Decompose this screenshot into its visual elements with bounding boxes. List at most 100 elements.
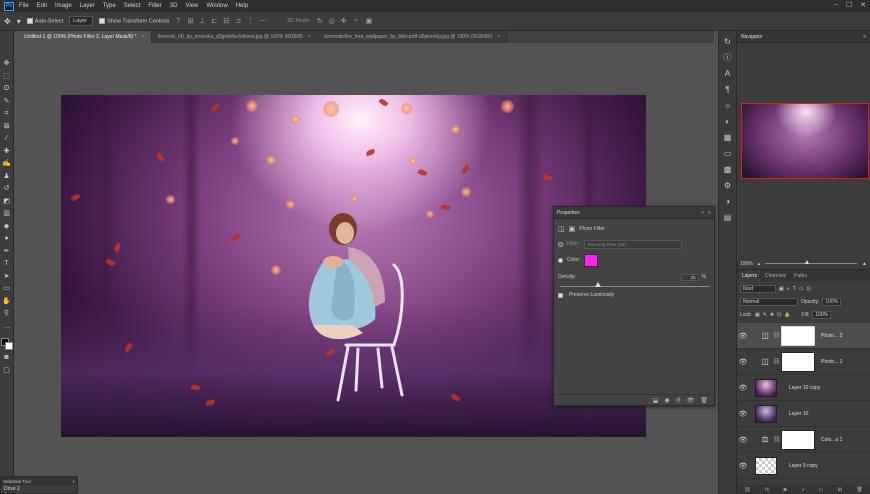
layer-row[interactable]: 👁 Layer 10 (737, 401, 870, 427)
layer-name[interactable]: Layer 10 copy (789, 385, 820, 391)
navigator-tab[interactable]: Navigator (741, 34, 762, 40)
eyedropper-tool-icon[interactable]: ⁄ (2, 134, 12, 144)
blend-mode-select[interactable]: Normal (740, 297, 798, 306)
lock-paint-icon[interactable]: ✎ (763, 312, 767, 318)
3d-rotate-icon[interactable]: ↻ (317, 17, 323, 25)
history-brush-icon[interactable]: ↺ (2, 184, 12, 194)
adjustments-icon[interactable]: ◑ (725, 197, 730, 207)
trash-icon[interactable]: 🗑 (700, 397, 708, 404)
new-adjustment-icon[interactable]: ◑ (801, 487, 804, 493)
menu-filter[interactable]: Filter (148, 3, 161, 9)
layer-name[interactable]: Layer 9 copy (789, 463, 818, 469)
distribute-icon[interactable]: ⋮ (247, 17, 254, 25)
dodge-tool-icon[interactable]: ● (2, 234, 12, 244)
swatches-icon[interactable]: ▦ (724, 133, 732, 143)
opacity-input[interactable]: 100% (822, 297, 842, 306)
floating-panel-value[interactable]: Drive 2 (1, 485, 77, 493)
filter-smart-icon[interactable]: ⊡ (807, 286, 811, 292)
eye-icon[interactable]: 👁 (737, 410, 749, 418)
gradient-tool-icon[interactable]: ▥ (2, 209, 12, 219)
layer-name[interactable]: Photo... 2 (821, 333, 842, 339)
fill-input[interactable]: 100% (812, 310, 832, 319)
lasso-tool-icon[interactable]: ʘ (2, 84, 12, 94)
color-icon[interactable]: ◐ (725, 117, 730, 127)
target-select[interactable]: Layer (69, 16, 94, 26)
navigator-preview[interactable] (741, 103, 869, 179)
lock-all-icon[interactable]: 🔒 (784, 312, 790, 318)
stamp-tool-icon[interactable]: ♟ (2, 172, 12, 182)
hand-tool-icon[interactable]: ✋ (2, 297, 12, 307)
blur-tool-icon[interactable]: ◆ (2, 222, 12, 232)
layer-mask-thumbnail[interactable] (781, 351, 815, 372)
tab-untitled-1[interactable]: Untitled-1 @ 100% (Photo Filter 2, Layer… (18, 31, 152, 43)
align-center-icon[interactable]: ⊟ (223, 17, 229, 25)
panel-menu-icon[interactable]: ≡ (708, 210, 711, 216)
close-icon[interactable]: × (142, 34, 145, 40)
close-icon[interactable]: × (308, 34, 311, 40)
menu-type[interactable]: Type (103, 3, 116, 9)
zoom-tool-icon[interactable]: ⚲ (2, 309, 12, 319)
density-slider[interactable] (560, 286, 710, 287)
paragraph-icon[interactable]: ¶ (725, 85, 729, 95)
healing-tool-icon[interactable]: ✚ (2, 147, 12, 157)
tab-channels[interactable]: Channels (762, 271, 789, 281)
3d-roll-icon[interactable]: ◎ (329, 17, 335, 25)
menu-view[interactable]: View (185, 3, 198, 9)
layer-row[interactable]: 👁 Layer 9 copy (737, 453, 870, 479)
align-top-icon[interactable]: ⊤ (175, 17, 181, 25)
link-icon[interactable]: ⛓ (773, 332, 781, 339)
quick-select-tool-icon[interactable]: ✎ (2, 97, 12, 107)
layer-thumbnail[interactable] (755, 404, 777, 423)
menu-help[interactable]: Help (236, 3, 248, 9)
eye-icon[interactable]: 👁 (737, 462, 749, 470)
eye-icon[interactable]: 👁 (737, 332, 749, 340)
view-previous-icon[interactable]: ◉ (664, 397, 669, 404)
zoom-in-icon[interactable]: ▲ (862, 261, 867, 267)
align-middle-icon[interactable]: ⊞ (187, 17, 193, 25)
3d-pan-icon[interactable]: ✣ (341, 17, 347, 25)
3d-scale-icon[interactable]: ▣ (366, 17, 373, 25)
gradient-icon[interactable]: ▭ (724, 149, 732, 159)
show-transform-checkbox[interactable]: Show Transform Controls (99, 17, 169, 24)
lock-artboard-icon[interactable]: ⊡ (777, 312, 781, 318)
tab-cinematicfire[interactable]: cinematicfire_free_wallpaper_by_bilbcart… (317, 31, 508, 43)
layer-row[interactable]: 👁 Layer 10 copy (737, 375, 870, 401)
properties-icon[interactable]: ⚙ (724, 181, 731, 191)
tab-paths[interactable]: Paths (791, 271, 810, 281)
menu-file[interactable]: File (19, 3, 29, 9)
layer-thumbnail[interactable] (755, 456, 777, 475)
minimize-button[interactable]: – (834, 1, 838, 9)
layer-row[interactable]: 👁 ◫ ⛓ Photo... 2 (737, 323, 870, 349)
layer-row[interactable]: 👁 ◫ ⛓ Photo... 1 (737, 349, 870, 375)
density-input[interactable]: 25 (680, 273, 699, 281)
zoom-out-icon[interactable]: ▴ (758, 261, 761, 267)
menu-edit[interactable]: Edit (37, 3, 47, 9)
zoom-slider-thumb[interactable] (805, 260, 810, 264)
filter-shape-icon[interactable]: ▭ (799, 286, 804, 292)
panel-menu-icon[interactable]: ≡ (863, 34, 866, 40)
density-slider-thumb[interactable] (594, 282, 601, 287)
brush-tool-icon[interactable]: ✍ (2, 159, 12, 169)
filter-color-swatch[interactable] (584, 253, 599, 267)
tab-layers[interactable]: Layers (739, 271, 761, 281)
pen-tool-icon[interactable]: ✒ (2, 247, 12, 257)
background-color[interactable] (4, 342, 13, 350)
fx-icon[interactable]: fx (765, 487, 769, 493)
layer-thumbnail[interactable] (755, 378, 777, 397)
align-right-icon[interactable]: ⊐ (235, 17, 241, 25)
character-icon[interactable]: A (725, 69, 730, 79)
clip-to-layer-icon[interactable]: ⬓ (653, 397, 659, 404)
zoom-value[interactable]: 100% (740, 261, 753, 267)
maximize-button[interactable]: ☐ (846, 1, 852, 9)
menu-image[interactable]: Image (55, 3, 72, 9)
layer-mask-thumbnail[interactable] (781, 325, 815, 346)
frame-tool-icon[interactable]: ⊠ (2, 122, 12, 132)
menu-window[interactable]: Window (206, 3, 227, 9)
visibility-icon[interactable]: 👁 (687, 397, 695, 404)
link-icon[interactable]: ⛓ (773, 358, 781, 365)
menu-3d[interactable]: 3D (170, 3, 178, 9)
color-swatches[interactable] (0, 338, 13, 350)
screen-mode-icon[interactable]: ▢ (2, 366, 12, 376)
color-radio[interactable] (558, 257, 563, 263)
more-tools-icon[interactable]: … (2, 322, 12, 332)
